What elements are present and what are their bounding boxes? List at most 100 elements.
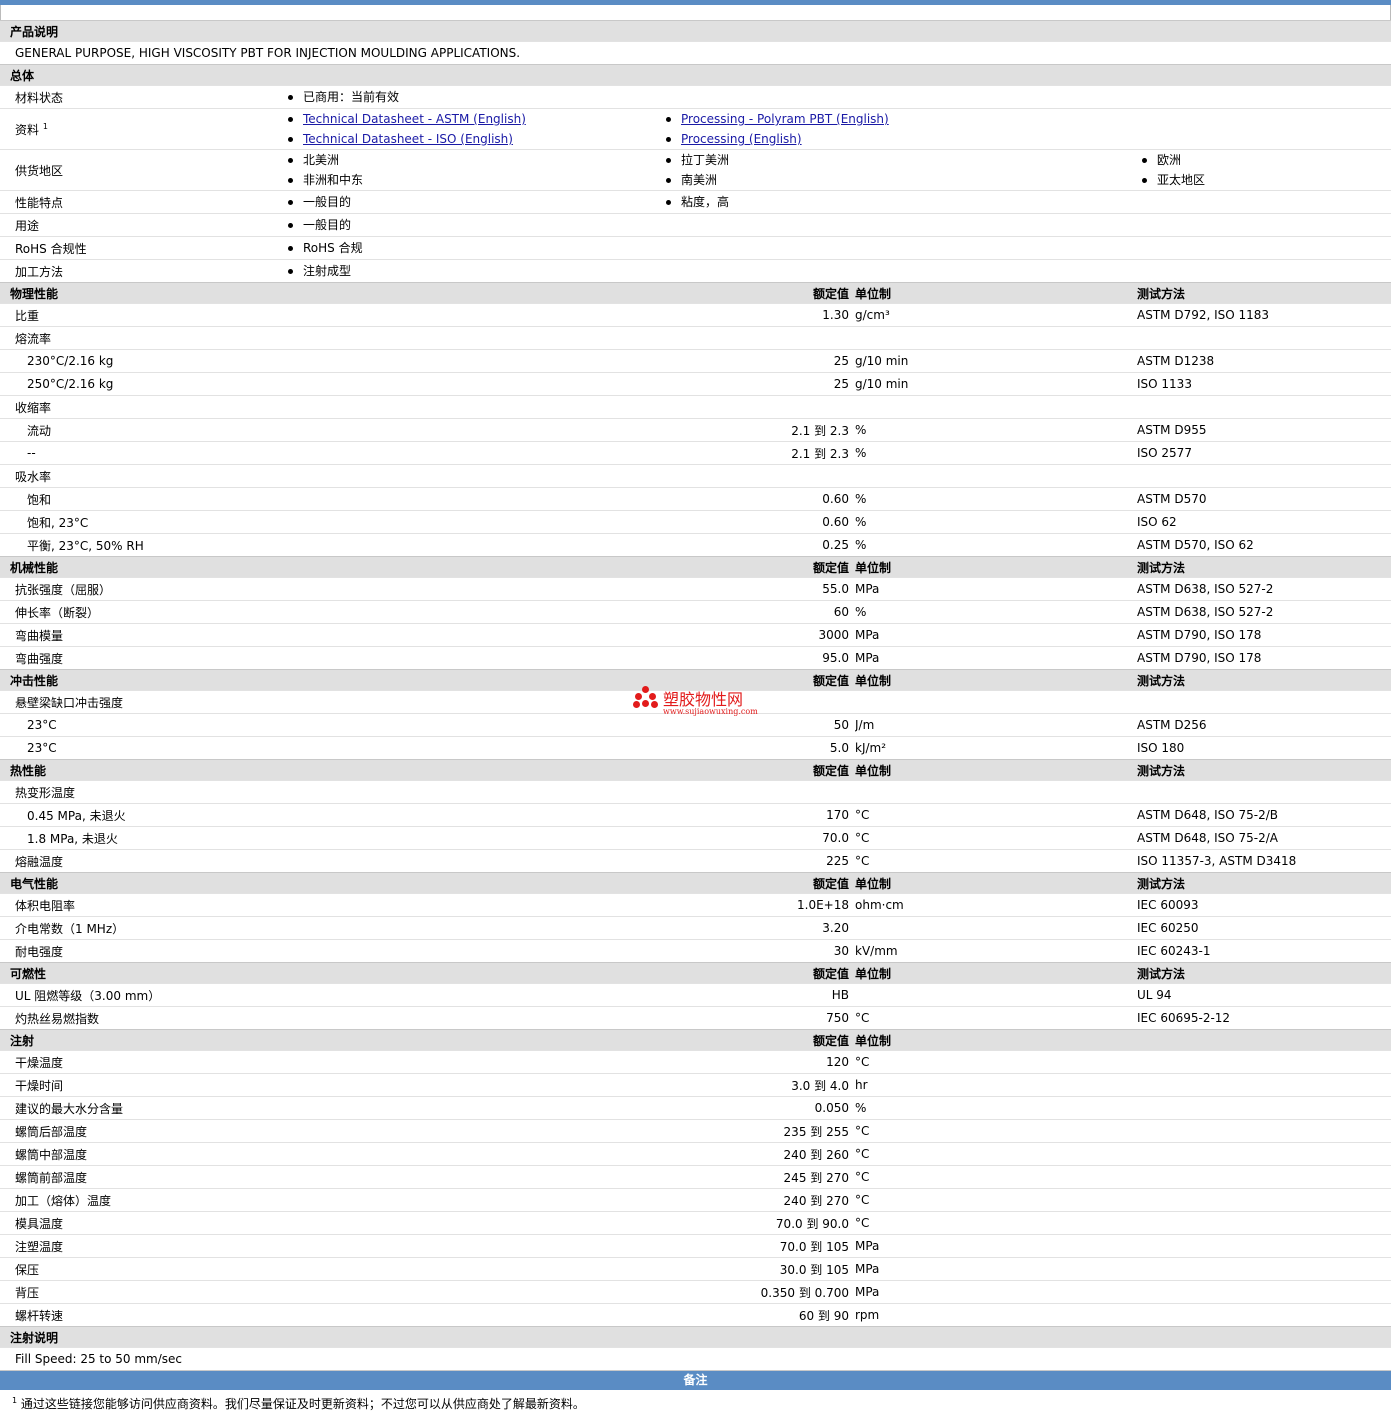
- property-unit: °C: [855, 826, 1137, 850]
- property-label: 介电常数（1 MHz）: [0, 916, 661, 940]
- property-row: 弯曲强度 95.0 MPa ASTM D790, ISO 178: [0, 646, 1391, 670]
- property-test-method: [1137, 1303, 1391, 1327]
- property-unit: %: [855, 441, 1137, 465]
- material-status-row-label: 材料状态: [0, 85, 283, 109]
- property-row: 23°C 5.0 kJ/m² ISO 180: [0, 736, 1391, 760]
- general-header: 总体: [0, 64, 1391, 86]
- property-row: 螺筒前部温度 245 到 270 °C: [0, 1165, 1391, 1189]
- property-label: 比重: [0, 303, 661, 327]
- property-row: UL 阻燃等级（3.00 mm） HB UL 94: [0, 983, 1391, 1007]
- property-test-method: [1137, 1073, 1391, 1097]
- processing-method-row-label: 加工方法: [0, 259, 283, 283]
- property-value: 0.350 到 0.700: [661, 1280, 855, 1304]
- property-value: 5.0: [661, 736, 855, 760]
- injection-notes-header: 注射说明: [0, 1326, 1391, 1348]
- property-row: 饱和 0.60% ASTM D570: [0, 487, 1391, 511]
- property-row: 熔融温度 225 °C ISO 11357-3, ASTM D3418: [0, 849, 1391, 873]
- label-text: 用途: [15, 218, 40, 233]
- property-label: 保压: [0, 1257, 661, 1281]
- bullet-text: 北美洲: [303, 153, 340, 167]
- description-row: GENERAL PURPOSE, HIGH VISCOSITY PBT FOR …: [0, 41, 1391, 65]
- documents-row-col2: Processing - Polyram PBT (English) Proces…: [661, 108, 1391, 150]
- unit-column-header: 单位制: [855, 872, 1137, 894]
- bullet-text: 南美洲: [681, 173, 718, 187]
- property-unit: kJ/m²: [855, 736, 1137, 760]
- property-label: 耐电强度: [0, 939, 661, 963]
- section-header-row: 电气性能 额定值 单位制 测试方法: [0, 872, 1391, 894]
- section-title: 注射: [0, 1029, 661, 1051]
- property-row: 耐电强度 30 kV/mm IEC 60243-1: [0, 939, 1391, 963]
- bullet-item: 欧洲: [1137, 151, 1391, 171]
- property-row: 1.8 MPa, 未退火 70.0 °C ASTM D648, ISO 75-2/A: [0, 826, 1391, 850]
- property-unit: %: [855, 487, 1137, 511]
- property-unit: MPa: [855, 1280, 1137, 1304]
- document-link[interactable]: Processing (English): [681, 132, 802, 146]
- test-column-header: [1137, 1029, 1391, 1051]
- property-unit: °C: [855, 1006, 1137, 1030]
- property-value: 55.0: [661, 577, 855, 601]
- property-test-method: ASTM D648, ISO 75-2/A: [1137, 826, 1391, 850]
- property-test-method: IEC 60243-1: [1137, 939, 1391, 963]
- property-label: 建议的最大水分含量: [0, 1096, 661, 1120]
- property-unit: %: [855, 533, 1137, 557]
- property-label: 背压: [0, 1280, 661, 1304]
- label-text: 供货地区: [15, 163, 64, 178]
- property-row: 0.45 MPa, 未退火 170 °C ASTM D648, ISO 75-2/B: [0, 803, 1391, 827]
- top-spacer: [0, 5, 1391, 20]
- document-link[interactable]: Technical Datasheet - ISO (English): [303, 132, 513, 146]
- property-label: 饱和: [0, 487, 661, 511]
- property-row: 收缩率: [0, 395, 1391, 419]
- property-value: 60: [661, 600, 855, 624]
- unit-column-header: 单位制: [855, 669, 1137, 691]
- unit-column-header: 单位制: [855, 759, 1137, 781]
- property-value: 70.0 到 90.0: [661, 1211, 855, 1235]
- property-unit: rpm: [855, 1303, 1137, 1327]
- property-value: 1.0E+18: [661, 893, 855, 917]
- property-test-method: ASTM D1238: [1137, 349, 1391, 373]
- bullet-item: 粘度，高: [661, 192, 1391, 212]
- property-test-method: [1137, 1257, 1391, 1281]
- property-label: 加工（熔体）温度: [0, 1188, 661, 1212]
- document-link[interactable]: Processing - Polyram PBT (English): [681, 112, 889, 126]
- bullet-link-item: Technical Datasheet - ISO (English): [283, 129, 661, 149]
- property-test-method: [1137, 1188, 1391, 1212]
- property-row: 建议的最大水分含量 0.050%: [0, 1096, 1391, 1120]
- property-row: 饱和, 23°C 0.60% ISO 62: [0, 510, 1391, 534]
- property-value: 3000: [661, 623, 855, 647]
- property-value: 120: [661, 1050, 855, 1074]
- property-value: 245 到 270: [661, 1165, 855, 1189]
- property-label: 流动: [0, 418, 661, 442]
- bullet-item: 已商用：当前有效: [283, 87, 1391, 107]
- watermark-url: www.sujiaowuxing.com: [663, 707, 758, 716]
- notes-header: 备注: [0, 1370, 1391, 1390]
- property-label: 250°C/2.16 kg: [0, 372, 661, 396]
- property-value: 0.60: [661, 510, 855, 534]
- bullet-text: 已商用：当前有效: [303, 90, 400, 104]
- property-value: [661, 395, 855, 419]
- bullet-item: 一般目的: [283, 215, 1391, 235]
- property-unit: %: [855, 510, 1137, 534]
- property-test-method: ASTM D955: [1137, 418, 1391, 442]
- property-label: 螺筒中部温度: [0, 1142, 661, 1166]
- document-link[interactable]: Technical Datasheet - ASTM (English): [303, 112, 526, 126]
- property-label: 干燥温度: [0, 1050, 661, 1074]
- general-header-row: 总体: [0, 64, 1391, 86]
- features-row-label: 性能特点: [0, 190, 283, 214]
- property-label: 吸水率: [0, 464, 661, 488]
- property-value: [661, 464, 855, 488]
- value-column-header: 额定值: [661, 759, 855, 781]
- property-label: 抗张强度（屈服）: [0, 577, 661, 601]
- footnote-marker: 1: [42, 121, 48, 131]
- property-test-method: ASTM D638, ISO 527-2: [1137, 577, 1391, 601]
- property-value: [661, 780, 855, 804]
- property-row: 加工（熔体）温度 240 到 270 °C: [0, 1188, 1391, 1212]
- property-unit: °C: [855, 1211, 1137, 1235]
- property-value: 30.0 到 105: [661, 1257, 855, 1281]
- property-value: 0.60: [661, 487, 855, 511]
- property-label: 1.8 MPa, 未退火: [0, 826, 661, 850]
- property-value: [661, 326, 855, 350]
- rohs-row: RoHS 合规性 RoHS 合规: [0, 236, 1391, 260]
- property-label: 伸长率（断裂）: [0, 600, 661, 624]
- label-text: 性能特点: [15, 195, 64, 210]
- bullet-item: 注射成型: [283, 261, 1391, 281]
